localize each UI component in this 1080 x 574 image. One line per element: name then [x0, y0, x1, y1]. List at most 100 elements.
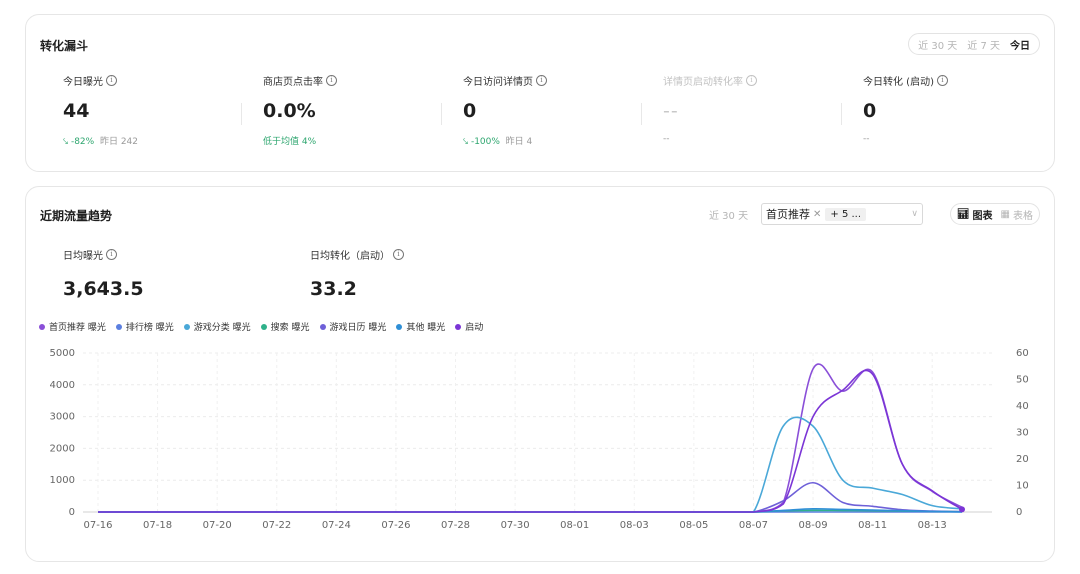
more-tags-badge: + 5 ...	[825, 207, 867, 221]
metric-compare: 昨日 4	[505, 137, 533, 147]
legend-dot	[115, 323, 122, 330]
legend-dot	[260, 323, 267, 330]
legend-dot	[183, 323, 190, 330]
legend-item[interactable]: 排行榜 曝光	[115, 320, 174, 333]
info-icon[interactable]: i	[106, 249, 117, 260]
metric-value: 0.0%	[263, 100, 316, 122]
legend-item[interactable]: 游戏分类 曝光	[183, 320, 251, 333]
x-tick-label: 08-09	[799, 520, 828, 531]
selected-tag: 首页推荐 ✕	[766, 206, 821, 222]
y-tick-label: 0	[69, 507, 75, 518]
range-today-option[interactable]: 今日	[1005, 37, 1035, 52]
metric-detail-conversion-rate: 详情页启动转化率 i -- --	[663, 73, 853, 144]
y2-tick-label: 20	[1016, 454, 1029, 465]
y2-tick-label: 40	[1016, 401, 1029, 412]
info-icon[interactable]: i	[106, 75, 117, 86]
conversion-funnel-card: 转化漏斗 近 30 天 近 7 天 今日 今日曝光 i 44 ⤥ -82% 昨日 …	[25, 14, 1055, 172]
legend-label: 首页推荐 曝光	[49, 323, 106, 333]
chart-legend: 首页推荐 曝光 排行榜 曝光 游戏分类 曝光 搜索 曝光 游戏日历 曝光 其他 曝光 启动	[39, 320, 483, 333]
metric-label: 详情页启动转化率	[663, 77, 743, 88]
view-chart-option[interactable]: 📊︎ 图表	[957, 207, 993, 222]
x-tick-label: 08-03	[620, 520, 649, 531]
metric-value: 33.2	[310, 278, 357, 300]
metric-note: --	[863, 134, 870, 144]
legend-item[interactable]: 搜索 曝光	[260, 320, 310, 333]
metric-trend: -82%	[70, 137, 95, 147]
x-tick-label: 08-07	[739, 520, 768, 531]
metric-label: 商店页点击率	[263, 77, 323, 88]
legend-label: 游戏分类 曝光	[193, 323, 251, 333]
series-line	[98, 363, 963, 513]
y-tick-label: 2000	[50, 443, 75, 454]
x-tick-label: 08-11	[858, 520, 887, 531]
info-icon[interactable]: i	[536, 75, 547, 86]
legend-dot	[455, 323, 462, 330]
x-tick-label: 07-26	[381, 520, 410, 531]
legend-dot	[319, 323, 326, 330]
funnel-range-switch: 近 30 天 近 7 天 今日	[908, 33, 1040, 55]
metric-note: --	[663, 134, 670, 144]
info-icon[interactable]: i	[326, 75, 337, 86]
trend-range-label[interactable]: 近 30 天	[709, 207, 748, 222]
x-tick-label: 07-20	[203, 520, 232, 531]
metric-detail-visits: 今日访问详情页 i 0 ⤥ -100% 昨日 4	[463, 73, 653, 147]
metric-label: 今日曝光	[63, 77, 103, 88]
x-tick-label: 07-24	[322, 520, 351, 531]
traffic-trend-card: 近期流量趋势 近 30 天 首页推荐 ✕ + 5 ... ∨ 📊︎ 图表 ▦ 表格 日…	[25, 186, 1055, 562]
metric-label: 日均曝光	[63, 251, 103, 262]
metric-value: 44	[63, 100, 90, 122]
y2-tick-label: 50	[1016, 375, 1029, 386]
chart-icon: 📊︎	[956, 208, 970, 220]
range-30d-option[interactable]: 近 30 天	[913, 37, 962, 52]
y-tick-label: 1000	[50, 475, 75, 486]
legend-item[interactable]: 启动	[455, 320, 483, 333]
x-tick-label: 07-30	[501, 520, 530, 531]
divider	[241, 103, 242, 125]
metric-label: 今日访问详情页	[463, 77, 533, 88]
view-table-option[interactable]: ▦ 表格	[1001, 207, 1033, 222]
view-chart-label: 图表	[972, 210, 993, 222]
legend-label: 游戏日历 曝光	[329, 323, 387, 333]
y-tick-label: 5000	[50, 348, 75, 359]
series-line	[98, 416, 963, 513]
info-icon[interactable]: i	[393, 249, 404, 260]
metric-today-conversion: 今日转化 (启动) i 0 --	[863, 73, 1053, 144]
x-tick-label: 07-18	[143, 520, 172, 531]
table-icon: ▦	[1000, 208, 1010, 220]
x-tick-label: 08-01	[560, 520, 589, 531]
legend-item[interactable]: 首页推荐 曝光	[39, 320, 106, 333]
avg-exposure-metric: 日均曝光 i 3,643.5	[63, 247, 253, 300]
y2-tick-label: 60	[1016, 348, 1029, 359]
x-tick-label: 08-13	[918, 520, 947, 531]
x-tick-label: 07-22	[262, 520, 291, 531]
legend-label: 搜索 曝光	[270, 323, 310, 333]
y-tick-label: 4000	[50, 380, 75, 391]
legend-item[interactable]: 游戏日历 曝光	[319, 320, 387, 333]
x-tick-label: 07-16	[83, 520, 112, 531]
metric-label: 今日转化 (启动)	[863, 77, 934, 88]
metric-value: 3,643.5	[63, 278, 144, 300]
source-multiselect[interactable]: 首页推荐 ✕ + 5 ... ∨	[761, 203, 923, 225]
view-table-label: 表格	[1013, 210, 1033, 222]
avg-conversion-metric: 日均转化（启动） i 33.2	[310, 247, 500, 300]
y2-tick-label: 0	[1016, 507, 1022, 518]
metric-value: 0	[863, 100, 877, 122]
info-icon[interactable]: i	[746, 75, 757, 86]
legend-label: 排行榜 曝光	[125, 323, 174, 333]
legend-label: 启动	[465, 323, 484, 333]
traffic-trend-chart: 0 1000 2000 3000 4000 5000 0 10 20 30 40 50 60 07-16 0…	[50, 348, 1029, 531]
series-end-point	[959, 506, 965, 513]
range-7d-option[interactable]: 近 7 天	[962, 37, 1005, 52]
legend-item[interactable]: 其他 曝光	[396, 320, 445, 333]
series-line	[98, 369, 963, 513]
tag-close-icon[interactable]: ✕	[813, 209, 821, 220]
metric-note: 低于均值 4%	[263, 137, 317, 147]
metric-store-ctr: 商店页点击率 i 0.0% 低于均值 4%	[263, 73, 453, 147]
info-icon[interactable]: i	[936, 75, 948, 86]
metric-value: 0	[463, 100, 477, 122]
metric-value: --	[663, 100, 679, 122]
divider	[641, 103, 642, 125]
chevron-down-icon: ∨	[911, 209, 918, 219]
x-tick-label: 07-28	[441, 520, 470, 531]
metric-trend: -100%	[470, 137, 500, 147]
